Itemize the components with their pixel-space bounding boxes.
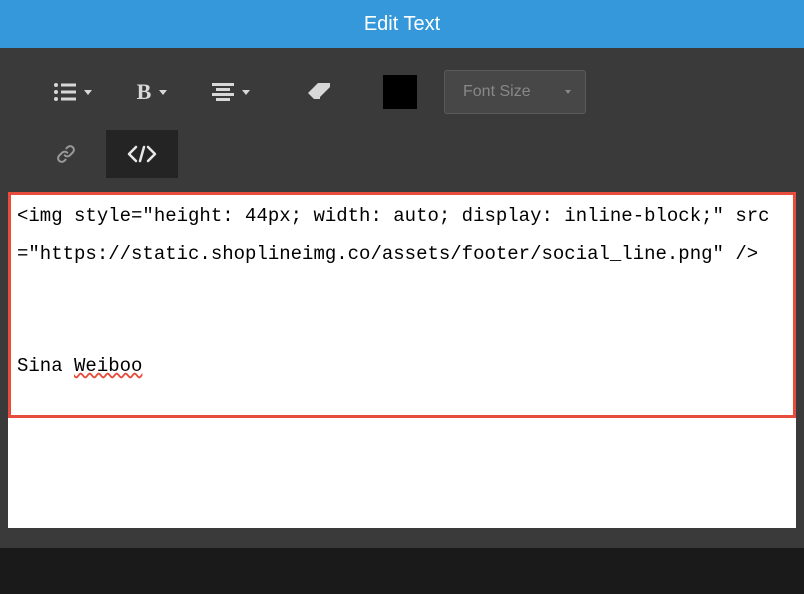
toolbar-row-2 bbox=[8, 130, 796, 178]
code-icon bbox=[127, 145, 157, 163]
spell-error: Weiboo bbox=[74, 355, 142, 377]
plain-text-line: Sina Weiboo bbox=[17, 347, 787, 385]
eraser-icon bbox=[306, 83, 332, 101]
chevron-down-icon bbox=[159, 90, 167, 95]
text-color-button[interactable] bbox=[372, 68, 428, 116]
dialog-title: Edit Text bbox=[0, 0, 804, 48]
toolbar: B bbox=[0, 48, 804, 192]
eraser-button[interactable] bbox=[290, 68, 348, 116]
dialog-title-text: Edit Text bbox=[364, 13, 440, 36]
chevron-down-icon bbox=[84, 90, 92, 95]
font-size-label: Font Size bbox=[463, 83, 531, 101]
editor-whitespace bbox=[8, 418, 796, 528]
font-size-select[interactable]: Font Size bbox=[444, 70, 586, 114]
align-icon bbox=[212, 83, 234, 101]
color-swatch bbox=[383, 75, 417, 109]
chevron-down-icon bbox=[242, 90, 250, 95]
code-text: <img style="height: 44px; width: auto; d… bbox=[17, 197, 787, 273]
editor-area: <img style="height: 44px; width: auto; d… bbox=[0, 192, 804, 548]
bold-icon: B bbox=[137, 79, 152, 105]
link-icon bbox=[55, 143, 77, 165]
align-button[interactable] bbox=[196, 68, 266, 116]
chevron-down-icon bbox=[565, 90, 571, 94]
toolbar-row-1: B bbox=[8, 68, 796, 116]
list-button[interactable] bbox=[38, 68, 108, 116]
code-textarea[interactable]: <img style="height: 44px; width: auto; d… bbox=[8, 192, 796, 418]
code-view-button[interactable] bbox=[106, 130, 178, 178]
list-icon bbox=[54, 83, 76, 101]
bold-button[interactable]: B bbox=[120, 68, 184, 116]
link-button[interactable] bbox=[38, 130, 94, 178]
